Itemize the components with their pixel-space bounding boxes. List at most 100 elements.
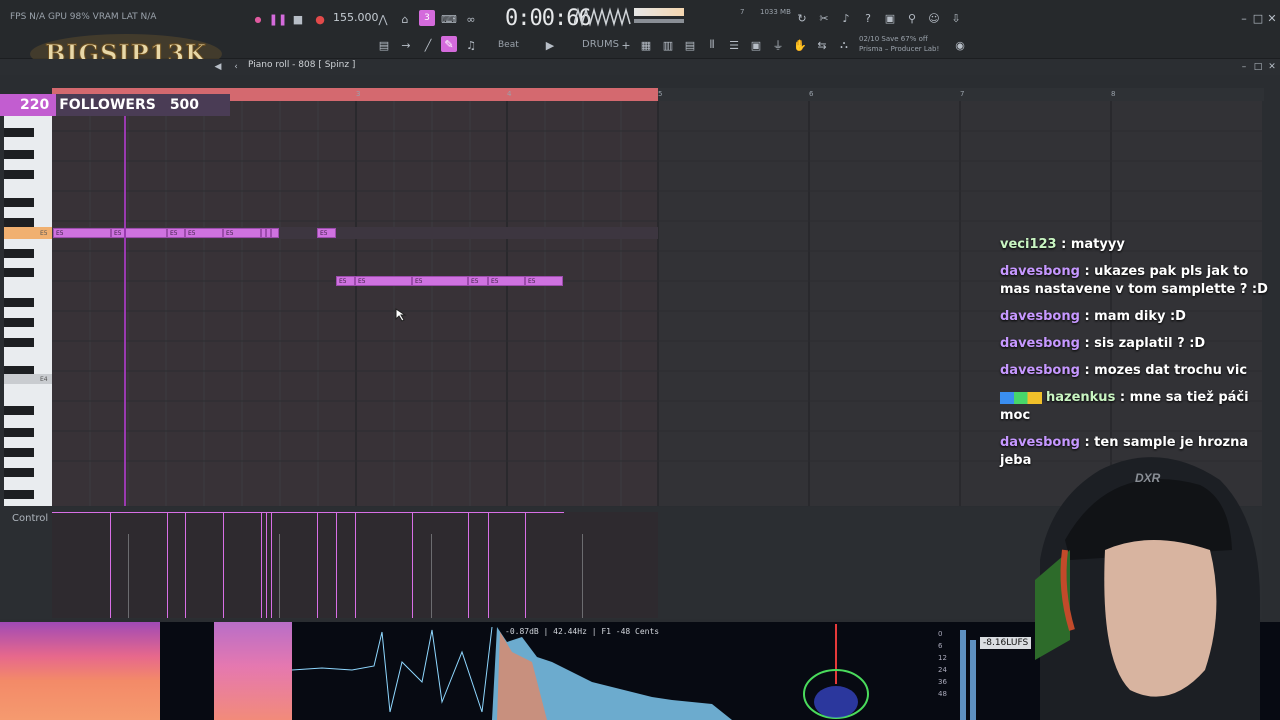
bar-number: 6: [809, 90, 814, 98]
note[interactable]: E5: [336, 276, 355, 286]
save-icon[interactable]: ▣: [882, 10, 898, 26]
cart-icon[interactable]: ⛬: [836, 37, 852, 53]
spectrogram-2: [214, 622, 292, 720]
velocity-bar[interactable]: [525, 512, 526, 618]
velocity-bar[interactable]: [261, 512, 262, 618]
black-key[interactable]: [4, 406, 34, 415]
snap-icon[interactable]: 3: [419, 10, 435, 26]
pause-button[interactable]: ❚❚: [269, 11, 287, 27]
black-key[interactable]: [4, 218, 34, 227]
chat-text: : sis zaplatil ? :D: [1084, 336, 1206, 351]
note[interactable]: E5: [53, 228, 111, 238]
record-button[interactable]: ●: [312, 11, 328, 27]
globe-icon[interactable]: ◉: [952, 37, 968, 53]
tempo-display[interactable]: 155.000: [333, 11, 379, 24]
note[interactable]: [271, 228, 279, 238]
note[interactable]: E5: [525, 276, 563, 286]
note[interactable]: E5: [111, 228, 167, 238]
note[interactable]: E5: [167, 228, 185, 238]
velocity-bar[interactable]: [266, 512, 267, 618]
chat-username: davesbong: [1000, 336, 1080, 351]
black-key[interactable]: [4, 298, 34, 307]
plugin-icon[interactable]: ⚲: [904, 10, 920, 26]
black-key[interactable]: [4, 428, 34, 437]
black-key[interactable]: [4, 490, 34, 499]
promo-line-1[interactable]: 02/10 Save 67% off: [859, 35, 928, 43]
pr-close-icon[interactable]: ✕: [1264, 59, 1280, 75]
plug-icon[interactable]: ⏚: [770, 37, 786, 53]
black-key[interactable]: [4, 468, 34, 477]
control-label[interactable]: Control: [12, 513, 48, 524]
piano-keyboard[interactable]: E5 E4: [4, 116, 52, 506]
velocity-bar[interactable]: [336, 512, 337, 618]
browser-icon[interactable]: ☰: [726, 37, 742, 53]
pencil-icon[interactable]: ✎: [441, 36, 457, 52]
close-icon[interactable]: ✕: [1264, 10, 1280, 26]
bar-number: 5: [658, 90, 663, 98]
cpu-meter: [634, 8, 684, 16]
note[interactable]: E5: [223, 228, 261, 238]
download-icon[interactable]: ⇩: [948, 10, 964, 26]
touch-icon[interactable]: ✋: [792, 37, 808, 53]
piano-roll-icon[interactable]: ▥: [660, 37, 676, 53]
velocity-bar[interactable]: [223, 512, 224, 618]
velocity-bar[interactable]: [488, 512, 489, 618]
plugin-db-icon[interactable]: ▣: [748, 37, 764, 53]
velocity-bar[interactable]: [110, 512, 111, 618]
chat-icon[interactable]: ☺: [926, 10, 942, 26]
black-key[interactable]: [4, 150, 34, 159]
loop-record-icon[interactable]: ∞: [463, 11, 479, 27]
velocity-bar[interactable]: [167, 512, 168, 618]
typing-keyboard-icon[interactable]: ⌨: [441, 11, 457, 27]
note[interactable]: E5: [185, 228, 223, 238]
refresh-icon[interactable]: ↻: [794, 10, 810, 26]
piano-icon[interactable]: ▤: [376, 37, 392, 53]
velocity-bar[interactable]: [185, 512, 186, 618]
black-key[interactable]: [4, 338, 34, 347]
playhead[interactable]: [124, 101, 126, 506]
stop-button[interactable]: ■: [290, 11, 306, 27]
mixer-icon[interactable]: ⫴: [704, 37, 720, 53]
velocity-bar[interactable]: [317, 512, 318, 618]
black-key[interactable]: [4, 448, 34, 457]
black-key[interactable]: [4, 249, 34, 258]
bar-number: 3: [356, 90, 361, 98]
black-key[interactable]: [4, 170, 34, 179]
help-icon[interactable]: ?: [860, 10, 876, 26]
brush-icon[interactable]: ╱: [420, 37, 436, 53]
chevron-left-icon[interactable]: ‹: [228, 59, 244, 75]
promo-line-2[interactable]: Prisma – Producer Lab!: [859, 45, 939, 53]
wait-icon[interactable]: ⌂: [397, 11, 413, 27]
song-mode-icon[interactable]: ●: [250, 11, 266, 27]
pattern-name[interactable]: DRUMS: [582, 39, 619, 50]
play-pattern-icon[interactable]: ▶: [542, 37, 558, 53]
bell-icon[interactable]: ♫: [463, 37, 479, 53]
black-key[interactable]: [4, 318, 34, 327]
speaker-icon[interactable]: ◀: [210, 59, 226, 75]
link-icon[interactable]: ⇆: [814, 37, 830, 53]
microphone-icon[interactable]: ♪: [838, 10, 854, 26]
add-pattern-icon[interactable]: +: [618, 37, 634, 53]
vectorscope: [803, 624, 869, 719]
channel-rack-icon[interactable]: ▤: [682, 37, 698, 53]
metronome-icon[interactable]: ⋀: [375, 11, 391, 27]
note[interactable]: E5: [355, 276, 412, 286]
playlist-icon[interactable]: ▦: [638, 37, 654, 53]
note[interactable]: E5: [317, 228, 336, 238]
chat-username: davesbong: [1000, 435, 1080, 450]
black-key[interactable]: [4, 198, 34, 207]
velocity-bar[interactable]: [412, 512, 413, 618]
meter-scale-tick: 36: [938, 678, 947, 686]
note[interactable]: E5: [468, 276, 488, 286]
black-key[interactable]: [4, 128, 34, 137]
velocity-bar[interactable]: [271, 512, 272, 618]
velocity-bar[interactable]: [355, 512, 356, 618]
note[interactable]: E5: [488, 276, 525, 286]
cut-icon[interactable]: ✂: [816, 10, 832, 26]
arrow-right-icon[interactable]: →: [398, 37, 414, 53]
spectrum-analyzer: [292, 626, 732, 720]
snap-label[interactable]: Beat: [498, 40, 519, 50]
note[interactable]: E5: [412, 276, 468, 286]
velocity-bar[interactable]: [468, 512, 469, 618]
black-key[interactable]: [4, 268, 34, 277]
